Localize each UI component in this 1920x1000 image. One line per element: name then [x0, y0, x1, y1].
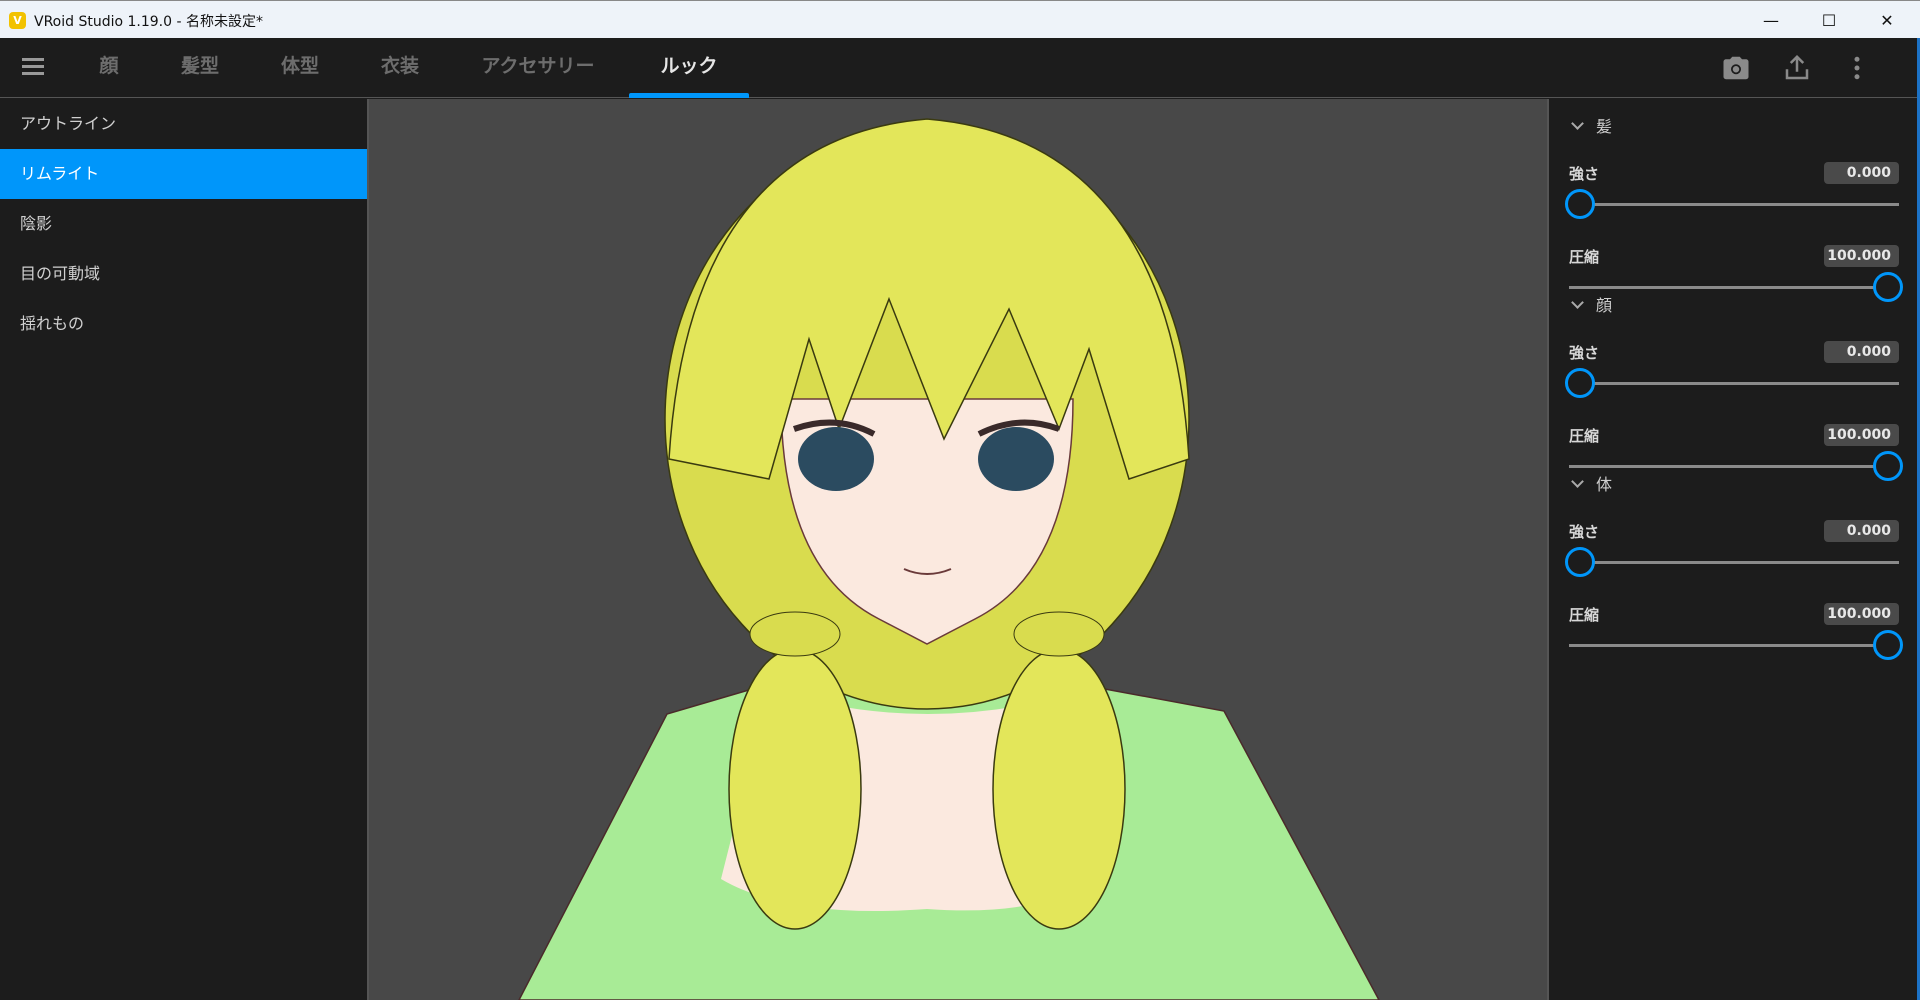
compress-value-input[interactable]: 100.000 — [1824, 603, 1899, 625]
strength-label: 強さ — [1569, 523, 1600, 541]
left-pigtail — [728, 648, 862, 930]
top-nav: 顔 髪型 体型 衣装 アクセサリー ルック — [0, 38, 1917, 98]
compress-slider[interactable] — [1569, 272, 1903, 302]
strength-value-input[interactable]: 0.000 — [1824, 341, 1899, 363]
sidebar-item-rimlight[interactable]: リムライト — [0, 149, 367, 199]
strength-label: 強さ — [1569, 165, 1600, 183]
window-title: VRoid Studio 1.19.0 - 名称未設定* — [34, 14, 263, 30]
property-panel: 髪 強さ 0.000 圧縮 100.000 顔 強さ 0.000 圧縮 100.… — [1547, 99, 1917, 1000]
compress-label: 圧縮 — [1569, 606, 1600, 624]
chevron-down-icon — [1571, 475, 1584, 488]
chevron-down-icon — [1571, 117, 1584, 130]
tab-outfit[interactable]: 衣装 — [372, 38, 428, 98]
compress-label: 圧縮 — [1569, 248, 1600, 266]
hamburger-menu-icon[interactable] — [22, 58, 44, 76]
section-header[interactable]: 髪 — [1571, 113, 1613, 137]
slider-handle[interactable] — [1565, 368, 1595, 398]
slider-handle[interactable] — [1873, 451, 1903, 481]
slider-handle[interactable] — [1873, 630, 1903, 660]
compress-value-input[interactable]: 100.000 — [1824, 424, 1899, 446]
tab-look[interactable]: ルック — [629, 38, 749, 98]
sidebar-item-outline[interactable]: アウトライン — [0, 99, 367, 149]
tab-accessory[interactable]: アクセサリー — [472, 38, 604, 98]
maximize-button[interactable]: ☐ — [1800, 1, 1858, 39]
look-sidebar: アウトライン リムライト 陰影 目の可動域 揺れもの — [0, 99, 369, 1000]
sidebar-item-sway[interactable]: 揺れもの — [0, 299, 367, 349]
slider-handle[interactable] — [1565, 189, 1595, 219]
compress-value-input[interactable]: 100.000 — [1824, 245, 1899, 267]
strength-value-input[interactable]: 0.000 — [1824, 162, 1899, 184]
camera-icon[interactable] — [1721, 53, 1751, 83]
sidebar-item-shading[interactable]: 陰影 — [0, 199, 367, 249]
chevron-down-icon — [1571, 296, 1584, 309]
compress-slider[interactable] — [1569, 630, 1903, 660]
strength-label: 強さ — [1569, 344, 1600, 362]
section-header[interactable]: 体 — [1571, 471, 1613, 495]
tab-face[interactable]: 顔 — [88, 38, 130, 98]
compress-label: 圧縮 — [1569, 427, 1600, 445]
compress-slider[interactable] — [1569, 451, 1903, 481]
strength-slider[interactable] — [1565, 547, 1899, 577]
tab-body[interactable]: 体型 — [272, 38, 328, 98]
strength-value-input[interactable]: 0.000 — [1824, 520, 1899, 542]
section-title: 体 — [1596, 475, 1613, 494]
section-title: 髪 — [1596, 117, 1613, 136]
3d-viewport[interactable] — [369, 99, 1547, 1000]
vroid-logo-icon: V — [9, 12, 26, 29]
sidebar-item-eye-range[interactable]: 目の可動域 — [0, 249, 367, 299]
strength-slider[interactable] — [1565, 368, 1899, 398]
minimize-button[interactable]: — — [1742, 1, 1800, 39]
character-model — [518, 118, 1380, 1000]
section-header[interactable]: 顔 — [1571, 292, 1613, 316]
title-bar: V VRoid Studio 1.19.0 - 名称未設定* — ☐ ✕ — [0, 0, 1920, 38]
right-eye — [978, 427, 1054, 491]
slider-handle[interactable] — [1565, 547, 1595, 577]
tab-hairstyle[interactable]: 髪型 — [172, 38, 228, 98]
left-eye — [798, 427, 874, 491]
more-vertical-icon[interactable] — [1842, 53, 1872, 83]
export-icon[interactable] — [1782, 53, 1812, 83]
section-title: 顔 — [1596, 296, 1613, 315]
slider-handle[interactable] — [1873, 272, 1903, 302]
right-pigtail — [992, 648, 1126, 930]
close-button[interactable]: ✕ — [1858, 1, 1916, 39]
strength-slider[interactable] — [1565, 189, 1899, 219]
